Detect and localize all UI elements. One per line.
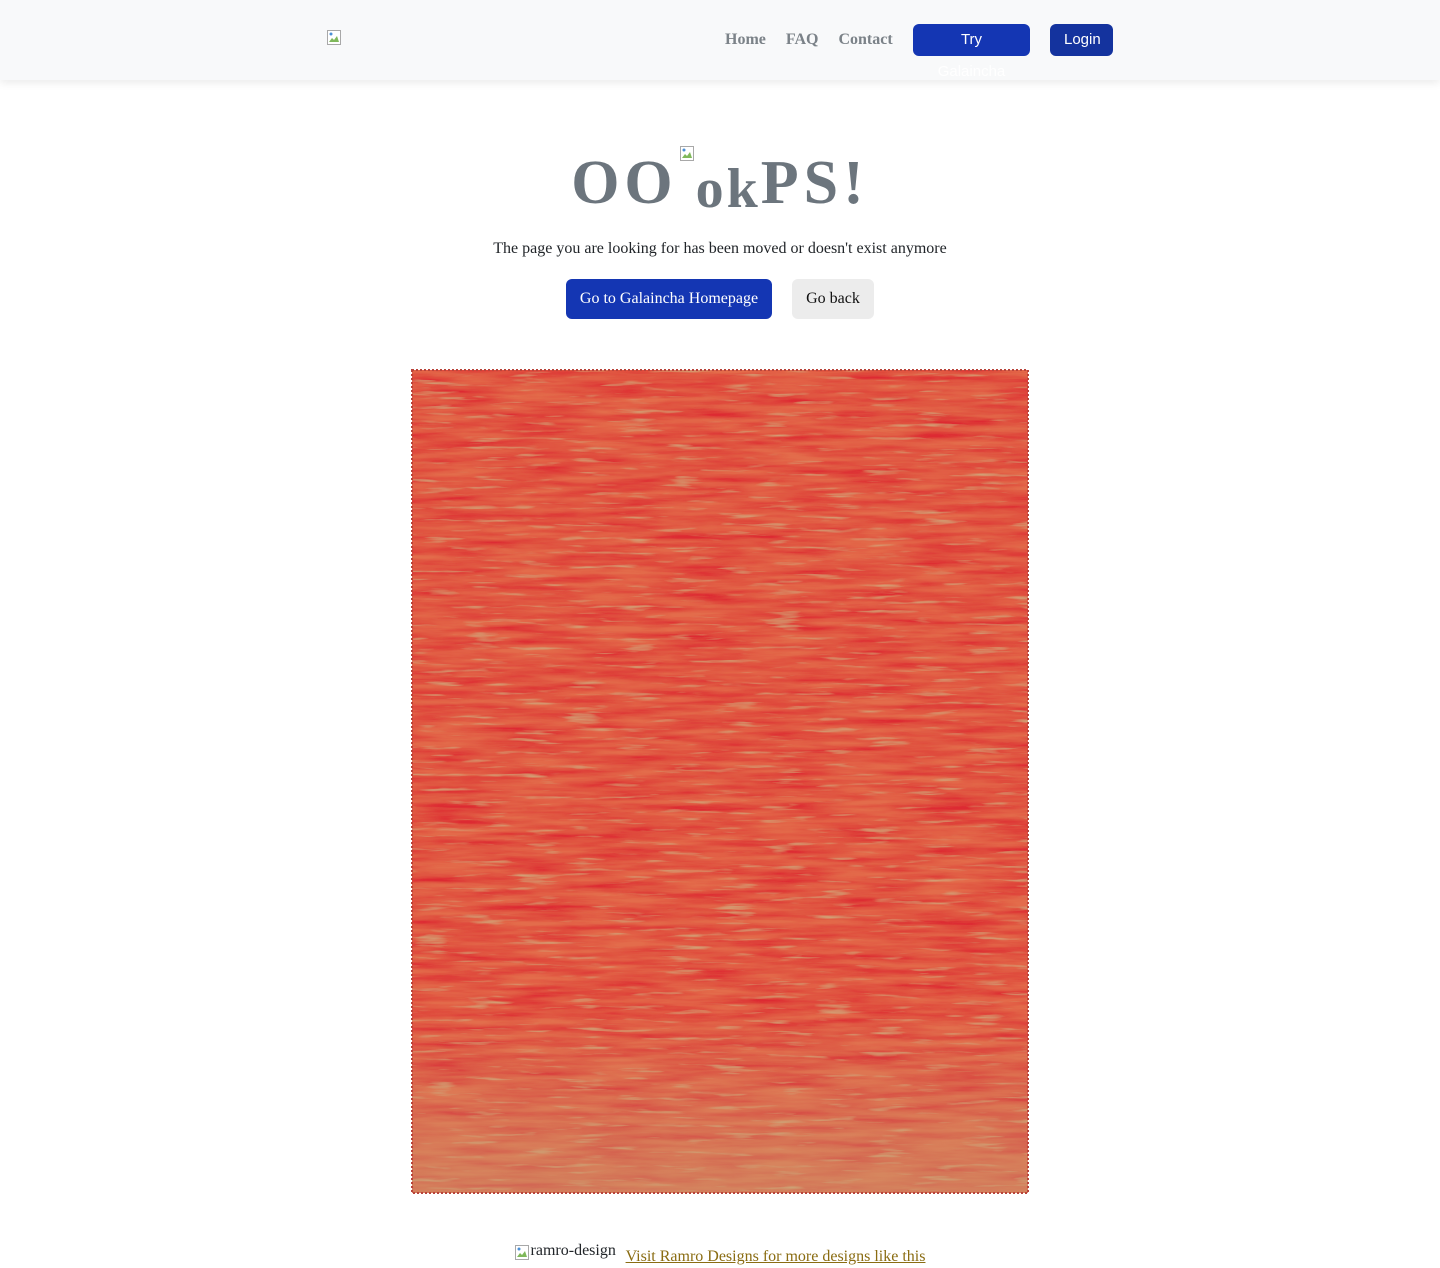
nav-faq-link[interactable]: FAQ [786,31,819,49]
heading-middle: ok [678,146,761,222]
navbar: Home FAQ Contact Try Galaincha Login [0,0,1440,80]
footer-line: ramro-design Visit Ramro Designs for mor… [0,1242,1440,1268]
rug-texture [411,369,1029,1194]
login-button[interactable]: Login [1050,24,1113,56]
error-heading: OO okPS! [0,146,1440,220]
go-homepage-button[interactable]: Go to Galaincha Homepage [566,279,772,319]
logo-image[interactable] [327,30,343,46]
error-message: The page you are looking for has been mo… [493,240,947,257]
broken-image-icon [514,1245,531,1261]
ramro-design-image: ramro-design [514,1242,616,1262]
go-back-button[interactable]: Go back [792,279,874,319]
ramro-image-alt-text: ramro-design [530,1242,616,1259]
heading-right-text: PS! [760,149,869,217]
visit-ramro-link[interactable]: Visit Ramro Designs for more designs lik… [626,1248,926,1265]
try-galaincha-button[interactable]: Try Galaincha [913,24,1030,80]
nav-home-link[interactable]: Home [725,31,766,49]
rug-gold-wash [412,370,1028,1193]
rug-design-image [411,369,1029,1194]
heading-left-text: OO [571,149,678,217]
nav-contact-link[interactable]: Contact [838,31,892,49]
heading-middle-text: ok [695,158,761,220]
error-actions: Go to Galaincha Homepage Go back [0,279,1440,319]
nav-links: Home FAQ Contact [725,24,913,56]
broken-image-icon [327,30,343,46]
